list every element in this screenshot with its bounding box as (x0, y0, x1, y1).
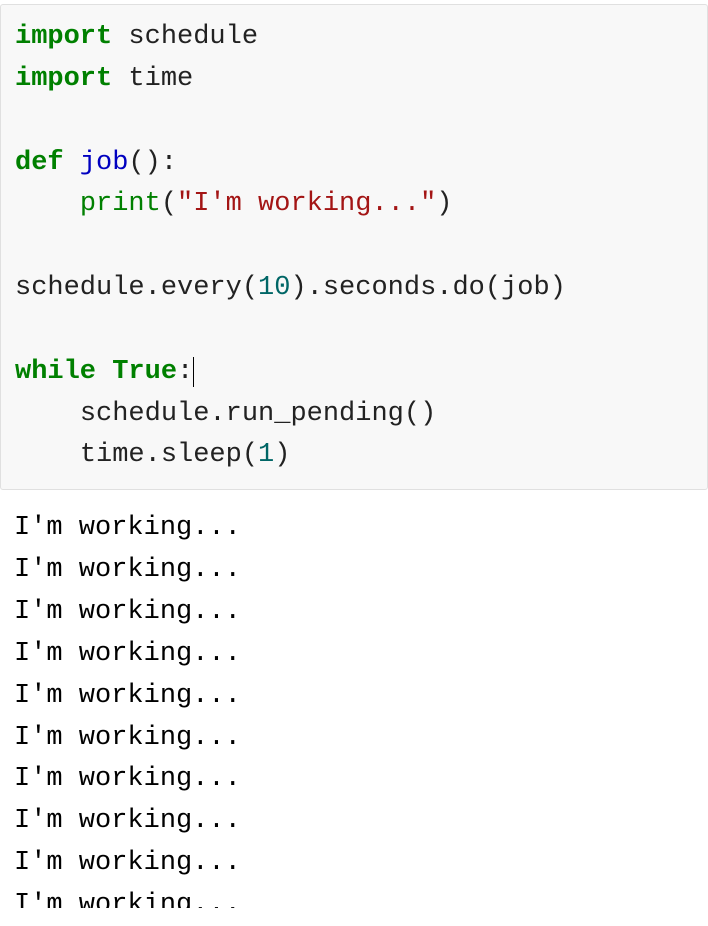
string-literal: "I'm working..." (177, 189, 436, 219)
punct: : (177, 357, 193, 387)
punct: (): (128, 148, 177, 178)
function-name: job (64, 148, 129, 178)
keyword-while: while (15, 357, 96, 387)
number-literal: 10 (258, 273, 290, 303)
code-cell[interactable]: import schedule import time def job(): p… (0, 4, 708, 490)
module-name: time (112, 64, 193, 94)
code-text: ).seconds.do(job) (290, 273, 565, 303)
builtin-print: print (80, 189, 161, 219)
stdout: I'm working... I'm working... I'm workin… (14, 508, 694, 908)
indent (15, 189, 80, 219)
keyword-import: import (15, 22, 112, 52)
code-text: schedule.every( (15, 273, 258, 303)
indent (15, 440, 80, 470)
boolean-true: True (112, 357, 177, 387)
punct: ) (436, 189, 452, 219)
source-code: import schedule import time def job(): p… (15, 17, 693, 477)
keyword-def: def (15, 148, 64, 178)
code-text: schedule.run_pending() (80, 399, 436, 429)
punct: ( (161, 189, 177, 219)
text-cursor-icon (193, 357, 194, 387)
indent (15, 399, 80, 429)
module-name: schedule (112, 22, 258, 52)
code-text: time.sleep( (80, 440, 258, 470)
keyword-import: import (15, 64, 112, 94)
number-literal: 1 (258, 440, 274, 470)
code-text: ) (274, 440, 290, 470)
space (96, 357, 112, 387)
output-cell: I'm working... I'm working... I'm workin… (0, 502, 708, 908)
